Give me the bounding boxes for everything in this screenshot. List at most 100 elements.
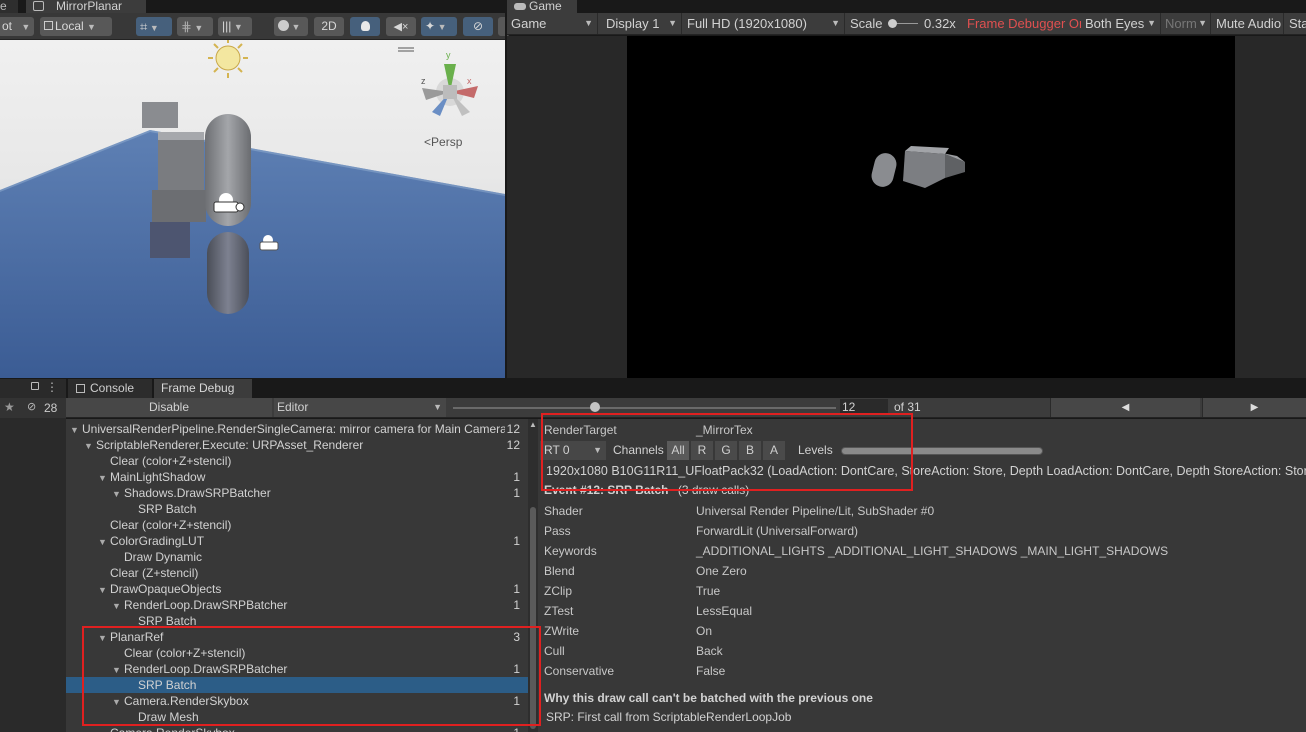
expand-arrow-icon[interactable]: ▼ xyxy=(98,534,110,550)
tree-row[interactable]: Clear (color+Z+stencil) xyxy=(66,453,528,469)
chevron-right-icon: ▶ xyxy=(1250,402,1259,413)
tree-row[interactable]: Camera.RenderSkybox 1 xyxy=(66,725,528,732)
scene-tab[interactable]: MirrorPlanar xyxy=(26,0,146,13)
pivot-dropdown[interactable]: ot ▼ xyxy=(0,17,34,36)
bottom-tab-bar: ⋮ Console Frame Debug xyxy=(0,379,1306,398)
expand-arrow-icon[interactable]: ▼ xyxy=(112,486,124,502)
tree-row[interactable]: Draw Dynamic xyxy=(66,549,528,565)
console-icon xyxy=(76,384,85,393)
2d-toggle[interactable]: 2D xyxy=(314,17,344,36)
cube-shape xyxy=(142,102,178,128)
shading-mode-button[interactable]: ▼ xyxy=(274,17,308,36)
scene-view[interactable]: y x z <Persp xyxy=(0,40,505,378)
tree-row-label: RenderLoop.DrawSRPBatcher xyxy=(124,598,288,612)
display-dropdown[interactable]: Display 1 ▼ xyxy=(602,13,682,34)
tree-row-label: Clear (Z+stencil) xyxy=(110,566,199,580)
prev-event-button[interactable]: ◀ xyxy=(1050,398,1200,417)
hidden-eye-icon[interactable]: ⊘ xyxy=(27,400,36,413)
resolution-dropdown[interactable]: Full HD (1920x1080) ▼ xyxy=(683,13,845,34)
frame-debugger-toggle[interactable]: Frame Debugger On xyxy=(963,13,1081,34)
game-view[interactable] xyxy=(507,36,1306,378)
effects-toggle[interactable]: ✦ ▼ xyxy=(421,17,457,36)
expand-arrow-icon[interactable]: ▼ xyxy=(98,582,110,598)
property-value: Universal Render Pipeline/Lit, SubShader… xyxy=(696,504,935,518)
event-slider-thumb[interactable] xyxy=(589,402,600,412)
scroll-up-icon[interactable]: ▲ xyxy=(529,420,537,429)
expand-arrow-icon[interactable]: ▼ xyxy=(98,470,110,486)
scene-prev-tab[interactable]: e xyxy=(0,0,18,13)
property-value: One Zero xyxy=(696,564,747,578)
lock-icon[interactable] xyxy=(31,382,39,390)
tree-row[interactable]: ▼ ScriptableRenderer.Execute: URPAsset_Re… xyxy=(66,437,528,453)
console-tab[interactable]: Console xyxy=(68,379,152,398)
scene-menu-icon[interactable] xyxy=(398,47,414,52)
property-value: ForwardLit (UniversalForward) xyxy=(696,524,859,538)
mute-audio-toggle[interactable]: Mute Audio xyxy=(1212,13,1284,34)
property-value: Back xyxy=(696,644,723,658)
property-key: Pass xyxy=(544,524,571,538)
property-value: True xyxy=(696,584,721,598)
left-strip: ★ ⊘ 28 xyxy=(0,398,66,732)
tree-row[interactable]: ▼ DrawOpaqueObjects 1 xyxy=(66,581,528,597)
orientation-gizmo[interactable]: y x z xyxy=(421,50,478,116)
scale-slider-thumb[interactable] xyxy=(888,19,897,28)
sphere-icon xyxy=(278,20,289,31)
normal-dropdown[interactable]: Norm ▼ xyxy=(1161,13,1211,34)
expand-arrow-icon[interactable]: ▼ xyxy=(112,598,124,614)
tree-row[interactable]: ▼ Shadows.DrawSRPBatcher 1 xyxy=(66,485,528,501)
hidden-objects-toggle[interactable]: ⊘ xyxy=(463,17,493,36)
tree-row-count: 12 xyxy=(504,421,520,437)
tree-row-count: 1 xyxy=(511,581,520,597)
tree-row[interactable]: Clear (Z+stencil) xyxy=(66,565,528,581)
display-mode-dropdown[interactable]: Game ▼ xyxy=(507,13,598,34)
event-slider[interactable] xyxy=(453,407,836,409)
tree-row[interactable]: ▼ ColorGradingLUT 1 xyxy=(66,533,528,549)
lighting-toggle[interactable] xyxy=(350,17,380,36)
next-event-button[interactable]: ▶ xyxy=(1202,398,1306,417)
tree-row[interactable]: ▼ MainLightShadow 1 xyxy=(66,469,528,485)
tree-row-label: ColorGradingLUT xyxy=(110,534,205,548)
tree-row[interactable]: Clear (color+Z+stencil) xyxy=(66,517,528,533)
effects-icon: ✦ xyxy=(425,19,436,33)
audio-toggle[interactable]: ◀× xyxy=(386,17,416,36)
grid-snap-button[interactable]: ⌗ ▼ xyxy=(136,17,172,36)
expand-arrow-icon[interactable]: ▼ xyxy=(70,422,82,438)
increment-snap-button[interactable]: ⋕ ▼ xyxy=(177,17,213,36)
tree-row-count: 1 xyxy=(511,725,520,732)
tree-row[interactable]: ▼ UniversalRenderPipeline.RenderSingleCam… xyxy=(66,421,528,437)
star-icon[interactable]: ★ xyxy=(4,400,15,414)
property-key: Cull xyxy=(544,644,565,658)
tree-row-label: ScriptableRenderer.Execute: URPAsset_Ren… xyxy=(96,438,364,452)
stats-toggle[interactable]: Sta xyxy=(1285,13,1306,34)
eyes-dropdown[interactable]: Both Eyes ▼ xyxy=(1081,13,1161,34)
event-total: of 31 xyxy=(894,400,921,414)
scale-control[interactable]: Scale 0.32x xyxy=(846,13,963,34)
tree-row-label: Draw Dynamic xyxy=(124,550,203,564)
property-key: ZTest xyxy=(544,604,574,618)
local-dropdown[interactable]: Local ▼ xyxy=(40,17,112,36)
batch-reason-title: Why this draw call can't be batched with… xyxy=(544,691,873,705)
tree-row-label: DrawOpaqueObjects xyxy=(110,582,222,596)
expand-arrow-icon[interactable]: ▼ xyxy=(84,438,96,454)
game-toolbar: Game ▼ Display 1 ▼ Full HD (1920x1080) ▼ Sc… xyxy=(507,13,1306,35)
sun-icon xyxy=(208,40,248,78)
tree-row-label: Shadows.DrawSRPBatcher xyxy=(124,486,271,500)
floor-plane xyxy=(0,130,505,378)
ruler-button[interactable]: ||| ▼ xyxy=(218,17,252,36)
scene-canvas: y x z xyxy=(0,40,505,378)
target-dropdown[interactable]: Editor ▼ xyxy=(274,398,446,417)
tree-row-count: 1 xyxy=(511,469,520,485)
disable-button[interactable]: Disable xyxy=(66,398,272,417)
kebab-menu-icon[interactable]: ⋮ xyxy=(46,380,58,394)
tree-row[interactable]: SRP Batch xyxy=(66,501,528,517)
tree-row-label: Camera.RenderSkybox xyxy=(110,726,235,732)
frame-debug-tab[interactable]: Frame Debug xyxy=(154,379,252,398)
tree-row[interactable]: ▼ RenderLoop.DrawSRPBatcher 1 xyxy=(66,597,528,613)
persp-label[interactable]: <Persp xyxy=(424,135,462,149)
speaker-icon: ◀× xyxy=(393,21,409,33)
left-strip-toolbar: ★ ⊘ 28 xyxy=(0,398,66,418)
property-value: _ADDITIONAL_LIGHTS _ADDITIONAL_LIGHT_SHA… xyxy=(696,544,1169,558)
property-value: On xyxy=(696,624,713,638)
game-tab[interactable]: Game xyxy=(507,0,577,13)
left-panel-header: ⋮ xyxy=(0,379,66,398)
